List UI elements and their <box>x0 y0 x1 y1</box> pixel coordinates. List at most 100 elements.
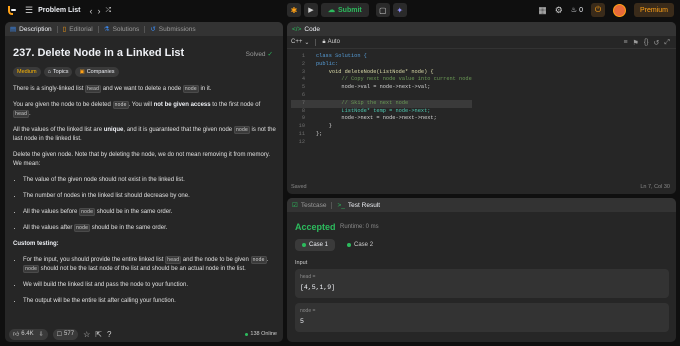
tab-test-result[interactable]: >_ Test Result <box>337 202 380 209</box>
description-panel: ▤ Description ▯ Editorial ⚗ Solutions ↺ Subm… <box>5 22 283 342</box>
tab-editorial[interactable]: ▯ Editorial <box>63 25 93 34</box>
share-icon[interactable]: ⇱ <box>95 330 102 339</box>
pass-dot <box>302 243 306 247</box>
pass-dot <box>347 243 352 247</box>
user-avatar[interactable] <box>612 3 626 17</box>
code-editor[interactable]: 1 class Solution { 2 public: 3 void delete… <box>291 53 472 147</box>
thumbs-down-icon: ⇩ <box>38 331 44 338</box>
shuffle-icon[interactable]: ⤮ <box>105 7 111 15</box>
run-button[interactable]: ▶ <box>304 3 318 17</box>
ai-sparkle-icon[interactable]: ✦ <box>392 3 407 17</box>
inline-code: node <box>233 126 250 134</box>
align-icon[interactable]: ≡ <box>623 39 627 47</box>
prev-problem-icon[interactable]: ‹ <box>89 6 92 16</box>
tab-test-result-label: Test Result <box>347 201 381 209</box>
case-tab-2[interactable]: Case 2 <box>340 239 380 251</box>
node-input-box[interactable]: node = 5 <box>295 303 669 332</box>
text: and the node to be given <box>181 257 251 263</box>
next-problem-icon[interactable]: › <box>97 6 100 16</box>
reset-icon[interactable]: ↺ <box>654 39 660 47</box>
problem-list-nav[interactable]: ☰ Problem List ‹ › ⤮ <box>25 5 111 16</box>
bold-text: Custom testing: <box>13 241 59 247</box>
custom-testing-list: For the input, you should provide the en… <box>13 256 277 306</box>
code-line: 7 // Skip the next node <box>291 99 472 108</box>
online-dot <box>245 332 249 336</box>
timer-icon[interactable]: ⏻ <box>590 3 605 17</box>
tab-code[interactable]: </> Code <box>292 26 320 33</box>
list-item: All the values before node should be in … <box>23 208 277 217</box>
case-tabs: Case 1 Case 2 <box>295 239 380 251</box>
history-icon: ↺ <box>150 26 156 33</box>
case-label: Case 1 <box>309 242 329 248</box>
streak-count: 0 <box>579 6 583 14</box>
bookmark-icon[interactable]: ⚑ <box>633 39 639 47</box>
case-tab-1[interactable]: Case 1 <box>295 239 336 251</box>
tab-description[interactable]: ▤ Description <box>10 25 52 34</box>
streak-counter[interactable]: ♨ 0 <box>571 6 583 15</box>
comments-button[interactable]: ☐ 577 <box>52 328 79 340</box>
tab-testcase[interactable]: ☑ Testcase <box>292 201 326 210</box>
text: All the values after <box>23 225 75 231</box>
companies-label: Companies <box>86 69 115 75</box>
paragraph: Delete the given node. Note that by dele… <box>13 152 271 167</box>
code-line: 9 node->next = node->next->next; <box>291 115 472 123</box>
submit-button[interactable]: ☁ Submit <box>321 3 369 17</box>
star-icon[interactable]: ☆ <box>83 330 90 339</box>
tab-solutions[interactable]: ⚗ Solutions <box>104 25 140 34</box>
tab-divider <box>144 25 146 33</box>
code-line: 11}; <box>291 131 472 139</box>
code-text: ListNode* temp = node->next; <box>316 107 431 114</box>
premium-button[interactable]: Premium <box>633 3 674 17</box>
language-select[interactable]: C++ ⌄ <box>291 39 309 46</box>
problem-description: There is a singly-linked list head and w… <box>13 85 277 313</box>
run-toolbar: ✱ ▶ ☁ Submit ▢ ✦ <box>287 3 407 17</box>
companies-tag[interactable]: ▣ Companies <box>75 67 119 77</box>
help-icon[interactable]: ? <box>107 330 111 339</box>
save-status: Saved <box>291 184 307 190</box>
online-count: 138 Online <box>245 331 277 337</box>
paragraph: You are given the node to be deleted nod… <box>13 101 277 119</box>
inline-code: node <box>112 101 129 109</box>
debug-bug-icon[interactable]: ✱ <box>287 3 301 17</box>
bold-text: not be given access <box>153 102 211 108</box>
tab-submissions[interactable]: ↺ Submissions <box>150 25 195 34</box>
head-input-box[interactable]: head = [4,5,1,9] <box>295 269 669 298</box>
runtime: Runtime: 0 ms <box>340 224 379 230</box>
submit-label: Submit <box>338 6 362 14</box>
language-label: C++ <box>291 39 303 45</box>
leetcode-logo-icon[interactable] <box>7 5 16 16</box>
solved-label: Solved <box>245 50 266 58</box>
text: should not be the last node of the list … <box>39 266 246 272</box>
layout-grid-icon[interactable]: ▦ <box>538 5 547 16</box>
line-number: 2 <box>301 60 305 67</box>
like-count: 6.4K <box>21 331 34 337</box>
like-button[interactable]: 👍︎ 6.4K ⇩ <box>9 328 48 340</box>
divider <box>315 38 317 46</box>
problem-title[interactable]: 237. Delete Node in a Linked List <box>13 47 184 59</box>
text: in it. <box>198 86 212 92</box>
fullscreen-icon[interactable]: ⤢ <box>664 39 670 47</box>
checkbox-icon: ☑ <box>292 202 298 209</box>
difficulty-badge[interactable]: Medium <box>13 67 41 77</box>
tab-divider <box>331 201 333 209</box>
braces-icon[interactable]: {} <box>644 39 649 47</box>
code-text: }; <box>316 130 323 137</box>
line-number: 1 <box>301 53 305 59</box>
problem-list-label[interactable]: Problem List <box>38 7 80 14</box>
description-tabbar: ▤ Description ▯ Editorial ⚗ Solutions ↺ Subm… <box>5 22 283 36</box>
notes-icon[interactable]: ▢ <box>375 3 390 17</box>
lock-icon: ▣ <box>79 69 85 75</box>
inline-code: node <box>79 208 96 216</box>
auto-mode[interactable]: 🔒︎ Auto <box>322 39 340 46</box>
list-item: We will build the linked list and pass t… <box>23 281 277 290</box>
topics-tag[interactable]: ⌂ Topics <box>43 67 73 77</box>
cloud-upload-icon: ☁ <box>328 7 335 14</box>
verdict: Accepted <box>295 222 336 232</box>
comment-icon: ☐ <box>56 331 63 338</box>
node-label: node = <box>300 308 316 314</box>
head-label: head = <box>300 274 316 280</box>
settings-gear-icon[interactable]: ⚙ <box>555 5 563 16</box>
bold-text: unique <box>103 127 124 133</box>
code-icon: </> <box>292 25 302 33</box>
problem-tags: Medium ⌂ Topics ▣ Companies <box>13 67 119 77</box>
